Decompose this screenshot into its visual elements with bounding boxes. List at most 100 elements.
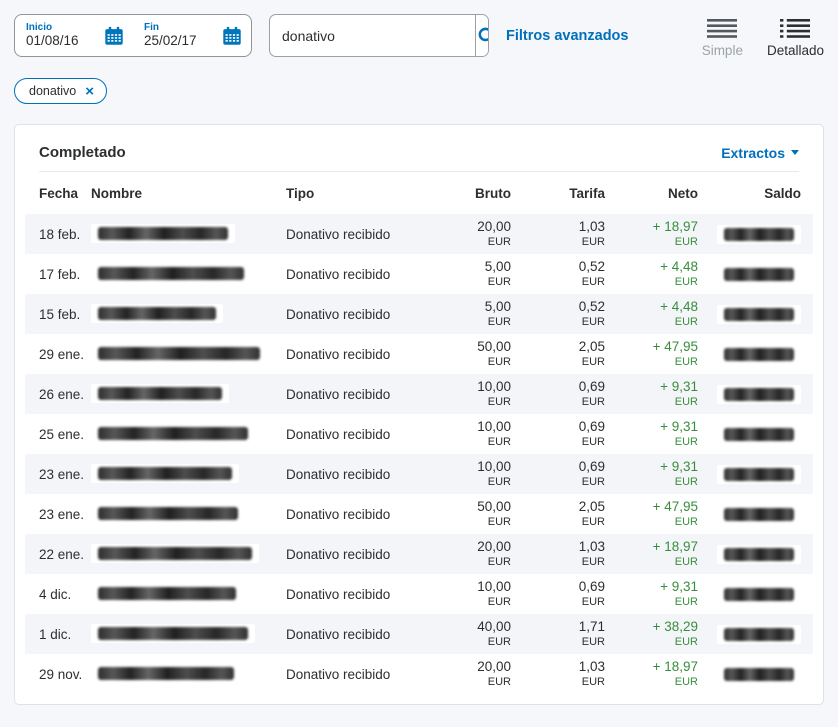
- start-date-value[interactable]: 01/08/16: [26, 33, 99, 49]
- redacted-name: [98, 587, 236, 600]
- start-date-field[interactable]: Inicio 01/08/16: [15, 15, 133, 56]
- calendar-icon[interactable]: [103, 25, 125, 47]
- column-header-fecha: Fecha: [39, 186, 91, 201]
- gross-amount: 20,00 EUR: [449, 539, 511, 570]
- balance-cell: [698, 465, 801, 484]
- transaction-name-cell: [91, 224, 286, 245]
- gross-amount: 20,00 EUR: [449, 219, 511, 250]
- redacted-balance: [724, 308, 794, 321]
- gross-amount: 10,00 EUR: [449, 419, 511, 450]
- search-input[interactable]: [270, 15, 475, 56]
- statements-dropdown[interactable]: Extractos: [721, 145, 799, 161]
- fee-amount: 0,52 EUR: [511, 259, 605, 290]
- balance-cell: [698, 345, 801, 364]
- transaction-type: Donativo recibido: [286, 507, 449, 522]
- gross-amount: 40,00 EUR: [449, 619, 511, 650]
- column-header-tipo: Tipo: [286, 186, 449, 201]
- view-toggle-detailed[interactable]: Detallado: [767, 18, 824, 58]
- transaction-date: 23 ene.: [39, 507, 91, 522]
- redacted-name: [98, 627, 248, 640]
- close-icon[interactable]: ×: [85, 84, 94, 99]
- transaction-type: Donativo recibido: [286, 627, 449, 642]
- table-row[interactable]: 1 dic. Donativo recibido 40,00 EUR 1,71 …: [25, 614, 813, 654]
- view-toggles: Simple Detallado: [702, 14, 824, 58]
- transaction-date: 18 feb.: [39, 227, 91, 242]
- redacted-name: [98, 307, 216, 320]
- transactions-page: Inicio 01/08/16: [0, 0, 838, 727]
- table-row[interactable]: 22 ene. Donativo recibido 20,00 EUR 1,03…: [25, 534, 813, 574]
- column-header-neto: Neto: [605, 186, 698, 201]
- transaction-date: 1 dic.: [39, 627, 91, 642]
- statements-label: Extractos: [721, 145, 785, 161]
- gross-amount: 10,00 EUR: [449, 459, 511, 490]
- view-toggle-simple[interactable]: Simple: [702, 18, 743, 58]
- table-row[interactable]: 26 ene. Donativo recibido 10,00 EUR 0,69…: [25, 374, 813, 414]
- active-filters-row: donativo ×: [0, 58, 838, 104]
- date-range-picker[interactable]: Inicio 01/08/16: [14, 14, 252, 57]
- net-amount: + 38,29 EUR: [605, 619, 698, 650]
- chevron-down-icon: [791, 150, 799, 155]
- table-row[interactable]: 15 feb. Donativo recibido 5,00 EUR 0,52 …: [25, 294, 813, 334]
- end-date-field[interactable]: Fin 25/02/17: [133, 15, 251, 56]
- balance-cell: [698, 665, 801, 684]
- transaction-name-cell: [91, 424, 286, 445]
- balance-cell: [698, 425, 801, 444]
- redacted-balance: [724, 548, 794, 561]
- gross-amount: 5,00 EUR: [449, 259, 511, 290]
- calendar-icon[interactable]: [221, 25, 243, 47]
- table-row[interactable]: 29 nov. Donativo recibido 20,00 EUR 1,03…: [25, 654, 813, 694]
- table-row[interactable]: 25 ene. Donativo recibido 10,00 EUR 0,69…: [25, 414, 813, 454]
- filter-chip-donativo[interactable]: donativo ×: [14, 78, 107, 104]
- balance-cell: [698, 385, 801, 404]
- redacted-balance: [724, 668, 794, 681]
- redacted-balance: [724, 228, 794, 241]
- transaction-date: 22 ene.: [39, 547, 91, 562]
- search-button[interactable]: [475, 15, 489, 56]
- balance-cell: [698, 545, 801, 564]
- section-title: Completado: [39, 144, 126, 161]
- advanced-filters-link[interactable]: Filtros avanzados: [506, 28, 628, 44]
- net-amount: + 9,31 EUR: [605, 379, 698, 410]
- table-row[interactable]: 23 ene. Donativo recibido 50,00 EUR 2,05…: [25, 494, 813, 534]
- redacted-balance: [724, 348, 794, 361]
- table-row[interactable]: 18 feb. Donativo recibido 20,00 EUR 1,03…: [25, 214, 813, 254]
- fee-amount: 0,69 EUR: [511, 419, 605, 450]
- redacted-name: [98, 667, 234, 680]
- balance-cell: [698, 625, 801, 644]
- fee-amount: 1,03 EUR: [511, 539, 605, 570]
- search-box: [269, 14, 489, 57]
- redacted-balance: [724, 468, 794, 481]
- gross-amount: 5,00 EUR: [449, 299, 511, 330]
- transaction-name-cell: [91, 504, 286, 525]
- fee-amount: 0,69 EUR: [511, 579, 605, 610]
- fee-amount: 0,69 EUR: [511, 379, 605, 410]
- end-date-value[interactable]: 25/02/17: [144, 33, 217, 49]
- transaction-date: 4 dic.: [39, 587, 91, 602]
- balance-cell: [698, 305, 801, 324]
- transaction-name-cell: [91, 264, 286, 285]
- transaction-name-cell: [91, 544, 286, 565]
- simple-list-icon: [707, 18, 737, 39]
- fee-amount: 1,03 EUR: [511, 219, 605, 250]
- table-row[interactable]: 23 ene. Donativo recibido 10,00 EUR 0,69…: [25, 454, 813, 494]
- column-header-bruto: Bruto: [449, 186, 511, 201]
- net-amount: + 47,95 EUR: [605, 339, 698, 370]
- card-header: Completado Extractos: [39, 125, 799, 172]
- redacted-name: [98, 467, 232, 480]
- net-amount: + 4,48 EUR: [605, 259, 698, 290]
- redacted-balance: [724, 268, 794, 281]
- column-header-tarifa: Tarifa: [511, 186, 605, 201]
- transaction-type: Donativo recibido: [286, 387, 449, 402]
- transaction-name-cell: [91, 464, 286, 485]
- table-body: 18 feb. Donativo recibido 20,00 EUR 1,03…: [25, 214, 813, 694]
- redacted-balance: [724, 388, 794, 401]
- table-row[interactable]: 17 feb. Donativo recibido 5,00 EUR 0,52 …: [25, 254, 813, 294]
- fee-amount: 2,05 EUR: [511, 499, 605, 530]
- transaction-name-cell: [91, 344, 286, 365]
- table-row[interactable]: 4 dic. Donativo recibido 10,00 EUR 0,69 …: [25, 574, 813, 614]
- transaction-type: Donativo recibido: [286, 427, 449, 442]
- end-date-label: Fin: [144, 22, 217, 34]
- net-amount: + 9,31 EUR: [605, 459, 698, 490]
- transaction-name-cell: [91, 304, 286, 325]
- table-row[interactable]: 29 ene. Donativo recibido 50,00 EUR 2,05…: [25, 334, 813, 374]
